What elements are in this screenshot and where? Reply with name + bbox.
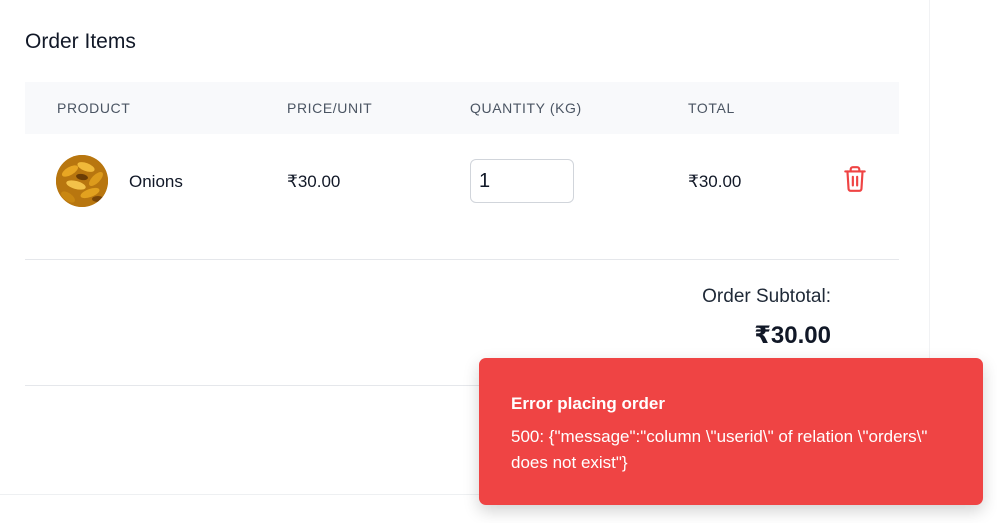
- delete-item-button[interactable]: [842, 165, 868, 193]
- column-header-total: TOTAL: [688, 100, 735, 116]
- column-header-price: PRICE/UNIT: [287, 100, 373, 116]
- column-header-product: PRODUCT: [57, 100, 131, 116]
- subtotal-label: Order Subtotal:: [702, 286, 831, 307]
- product-thumbnail: [56, 155, 108, 207]
- error-toast[interactable]: Error placing order 500: {"message":"col…: [479, 358, 983, 505]
- subtotal-value: ₹30.00: [754, 322, 831, 349]
- row-total: ₹30.00: [688, 172, 742, 191]
- quantity-input[interactable]: [470, 159, 574, 203]
- section-title: Order Items: [25, 30, 136, 53]
- table-header: PRODUCT PRICE/UNIT QUANTITY (KG) TOTAL: [25, 82, 899, 134]
- trash-icon: [844, 166, 866, 192]
- toast-title: Error placing order: [511, 394, 665, 413]
- product-name: Onions: [129, 172, 183, 191]
- toast-message: 500: {"message":"column \"userid\" of re…: [511, 427, 928, 472]
- column-header-quantity: QUANTITY (KG): [470, 100, 582, 116]
- table-row: Onions ₹30.00 ₹30.00: [25, 134, 899, 260]
- price-per-unit: ₹30.00: [287, 172, 341, 191]
